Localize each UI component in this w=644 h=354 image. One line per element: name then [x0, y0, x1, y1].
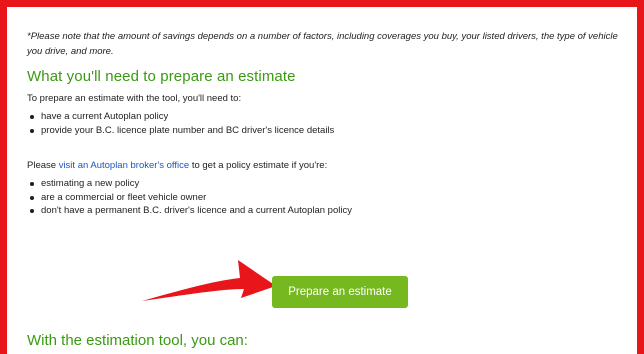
list-item: are a commercial or fleet vehicle owner — [30, 191, 632, 205]
requirements-list: have a current Autoplan policy provide y… — [27, 110, 632, 137]
tool-heading: With the estimation tool, you can: — [27, 332, 248, 349]
list-item: estimating a new policy — [30, 177, 632, 191]
savings-note: *Please note that the amount of savings … — [27, 31, 618, 57]
red-arrow-icon — [142, 260, 276, 301]
list-item: don't have a permanent B.C. driver's lic… — [30, 204, 632, 218]
list-item: have a current Autoplan policy — [30, 110, 632, 124]
broker-list: estimating a new policy are a commercial… — [27, 177, 632, 218]
prepare-heading: What you'll need to prepare an estimate — [27, 68, 296, 85]
prepare-intro: To prepare an estimate with the tool, yo… — [27, 93, 242, 104]
broker-paragraph: Please visit an Autoplan broker's office… — [27, 160, 328, 171]
prepare-estimate-button[interactable]: Prepare an estimate — [272, 276, 408, 308]
broker-office-link[interactable]: visit an Autoplan broker's office — [59, 160, 190, 171]
list-item: provide your B.C. licence plate number a… — [30, 124, 632, 138]
main-content: *Please note that the amount of savings … — [27, 29, 632, 218]
